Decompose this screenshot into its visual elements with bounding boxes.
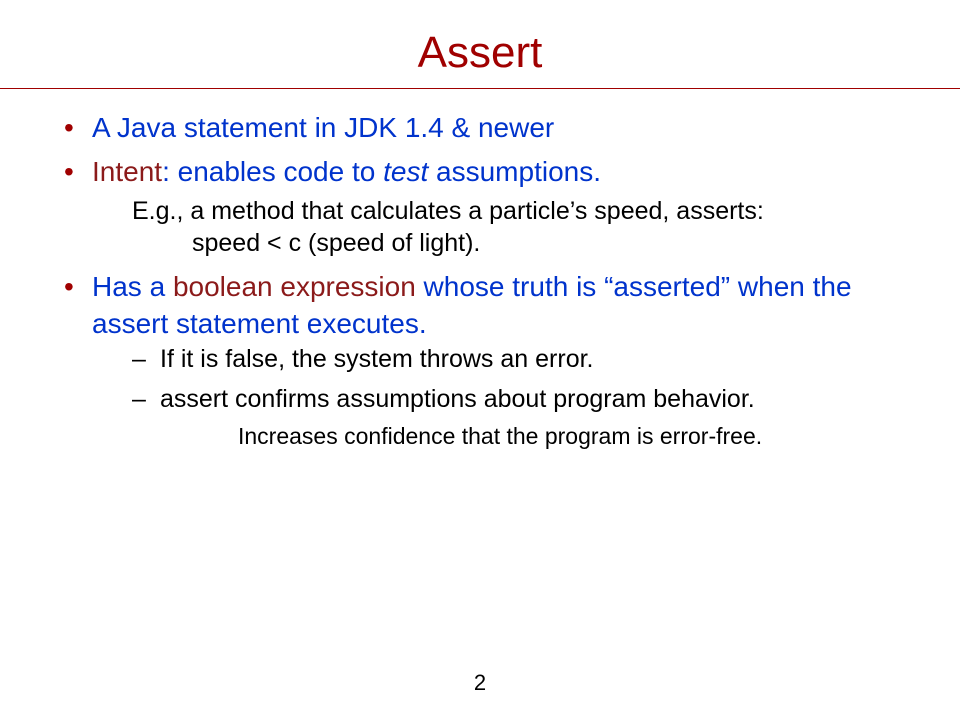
bullet-2-rest: : enables code to — [162, 156, 383, 187]
bullet-3-dash-2: assert confirms assumptions about progra… — [132, 383, 900, 452]
bullet-3-dash-2-sub: Increases confidence that the program is… — [160, 421, 900, 452]
bullet-list: A Java statement in JDK 1.4 & newer Inte… — [60, 109, 900, 452]
bullet-2-end: assumptions. — [428, 156, 601, 187]
bullet-3-pre: Has a — [92, 271, 173, 302]
slide-title: Assert — [0, 0, 960, 88]
bullet-3-dash-1: If it is false, the system throws an err… — [132, 343, 900, 377]
bullet-1-text: A Java statement in JDK 1.4 & newer — [92, 112, 554, 143]
bullet-3: Has a boolean expression whose truth is … — [60, 268, 900, 452]
bullet-1: A Java statement in JDK 1.4 & newer — [60, 109, 900, 147]
page-number: 2 — [0, 670, 960, 696]
slide-content: A Java statement in JDK 1.4 & newer Inte… — [0, 89, 960, 452]
bullet-3-bool: boolean expression — [173, 271, 416, 302]
bullet-2-intent: Intent — [92, 156, 162, 187]
bullet-2: Intent: enables code to test assumptions… — [60, 153, 900, 260]
bullet-3-sublist: If it is false, the system throws an err… — [132, 343, 900, 452]
slide: Assert A Java statement in JDK 1.4 & new… — [0, 0, 960, 720]
bullet-2-sub-line1: E.g., a method that calculates a particl… — [132, 197, 764, 225]
bullet-2-sub-line2: speed < c (speed of light). — [132, 227, 900, 260]
bullet-2-test: test — [383, 156, 428, 187]
bullet-2-sub: E.g., a method that calculates a particl… — [92, 195, 900, 260]
bullet-3-dash-2-text: assert confirms assumptions about progra… — [160, 385, 755, 413]
